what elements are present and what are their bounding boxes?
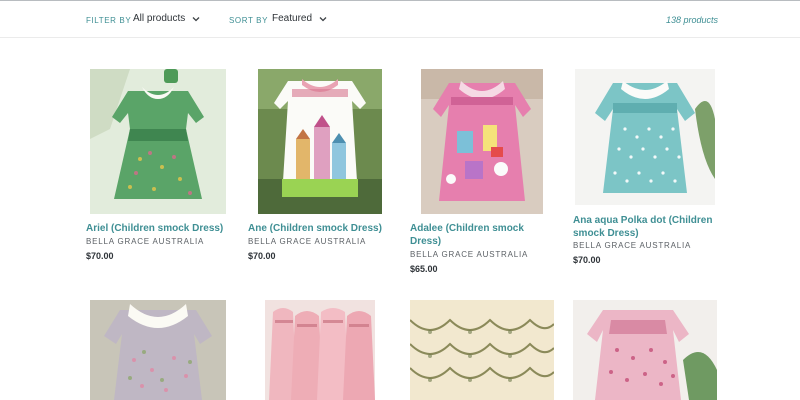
collection-toolbar: FILTER BY All products SORT BY Featured … <box>0 1 800 38</box>
filter-select-value: All products <box>133 13 186 24</box>
product-vendor: BELLA GRACE AUSTRALIA <box>248 237 367 246</box>
product-title[interactable]: Ana aqua Polka dot (Children smock Dress… <box>573 214 712 240</box>
product-image-pink-dresses[interactable] <box>265 300 375 400</box>
product-title[interactable]: Ane (Children smock Dress) <box>248 222 382 235</box>
filter-label: FILTER BY <box>86 16 132 25</box>
product-count: 138 products <box>665 15 718 25</box>
product-title-line: Adalee (Children smock <box>410 223 524 234</box>
product-image-adalee[interactable] <box>421 69 543 214</box>
product-image-smocking-collars[interactable] <box>410 300 554 400</box>
product-vendor: BELLA GRACE AUSTRALIA <box>86 237 205 246</box>
product-price: $70.00 <box>573 255 601 265</box>
product-title[interactable]: Ariel (Children smock Dress) <box>86 222 223 235</box>
chevron-down-icon <box>192 16 200 21</box>
product-price: $70.00 <box>86 251 114 261</box>
sort-select-value: Featured <box>272 13 313 24</box>
product-image-ana-aqua[interactable] <box>575 69 715 205</box>
product-vendor: BELLA GRACE AUSTRALIA <box>573 241 692 250</box>
product-image-floral-smock[interactable] <box>90 300 226 400</box>
product-image-pink-floral-smock[interactable] <box>573 300 717 400</box>
product-vendor: BELLA GRACE AUSTRALIA <box>410 250 529 259</box>
sort-select[interactable]: Featured <box>272 13 328 24</box>
product-title-line: Ana aqua Polka dot (Children <box>573 215 713 226</box>
product-price: $65.00 <box>410 264 438 274</box>
product-title[interactable]: Adalee (Children smock Dress) <box>410 222 524 248</box>
product-image-ane[interactable] <box>258 69 382 214</box>
chevron-down-icon <box>319 16 327 21</box>
product-price: $70.00 <box>248 251 276 261</box>
product-image-ariel[interactable] <box>90 69 226 214</box>
sort-label: SORT BY <box>229 16 269 25</box>
product-title-line: smock Dress) <box>573 228 639 239</box>
filter-select[interactable]: All products <box>133 13 201 24</box>
product-title-line: Dress) <box>410 236 442 247</box>
